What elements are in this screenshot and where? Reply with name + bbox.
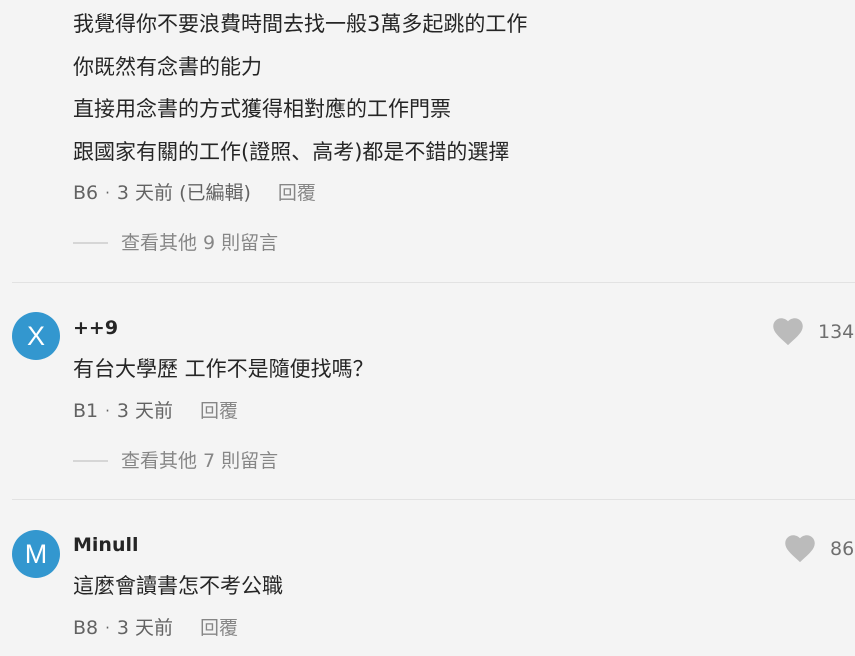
comment-time: 3 天前 xyxy=(116,617,174,639)
reply-button[interactable]: 回覆 xyxy=(200,399,238,423)
separator: · xyxy=(105,619,110,637)
comment-text: 這麼會讀書怎不考公職 xyxy=(73,574,283,598)
avatar[interactable]: M xyxy=(12,530,60,578)
like-button[interactable]: 134 xyxy=(773,318,854,346)
floor-number: B1 xyxy=(73,400,99,422)
view-more-replies[interactable]: 查看其他 9 則留言 xyxy=(73,231,278,255)
heart-icon xyxy=(785,535,815,563)
comment-text-line: 你既然有念書的能力 xyxy=(73,55,262,79)
view-more-label: 查看其他 9 則留言 xyxy=(121,232,279,254)
reply-button[interactable]: 回覆 xyxy=(200,616,238,640)
author-name[interactable]: Minull xyxy=(73,533,139,557)
separator: · xyxy=(105,402,110,420)
view-more-label: 查看其他 7 則留言 xyxy=(121,450,279,472)
comment-time: 3 天前 xyxy=(116,400,174,422)
comment-time: 3 天前 (已編輯) xyxy=(116,182,251,204)
like-count: 86 xyxy=(830,538,855,560)
divider-line xyxy=(73,460,108,462)
comment-text: 有台大學歷 工作不是隨便找嗎？ xyxy=(73,357,374,381)
comment-divider xyxy=(12,499,855,500)
comment-text-line: 直接用念書的方式獲得相對應的工作門票 xyxy=(73,97,451,121)
comment-divider xyxy=(12,282,855,283)
comment-meta: B1 · 3 天前 回覆 xyxy=(73,399,238,423)
separator: · xyxy=(105,184,110,202)
comment-text-line: 我覺得你不要浪費時間去找一般3萬多起跳的工作 xyxy=(73,12,528,36)
comment-text-line: 跟國家有關的工作(證照、高考)都是不錯的選擇 xyxy=(73,140,510,164)
like-button[interactable]: 86 xyxy=(785,535,854,563)
floor-number: B6 xyxy=(73,182,99,204)
like-count: 134 xyxy=(818,321,855,343)
heart-icon xyxy=(773,318,803,346)
comment-meta: B6 · 3 天前 (已編輯) 回覆 xyxy=(73,181,316,205)
floor-number: B8 xyxy=(73,617,99,639)
reply-button[interactable]: 回覆 xyxy=(278,181,316,205)
comment-thread: 我覺得你不要浪費時間去找一般3萬多起跳的工作 你既然有念書的能力 直接用念書的方… xyxy=(0,0,855,656)
view-more-replies[interactable]: 查看其他 7 則留言 xyxy=(73,449,278,473)
comment-meta: B8 · 3 天前 回覆 xyxy=(73,616,238,640)
avatar[interactable]: X xyxy=(12,312,60,360)
author-name[interactable]: ++9 xyxy=(73,316,118,340)
divider-line xyxy=(73,242,108,244)
